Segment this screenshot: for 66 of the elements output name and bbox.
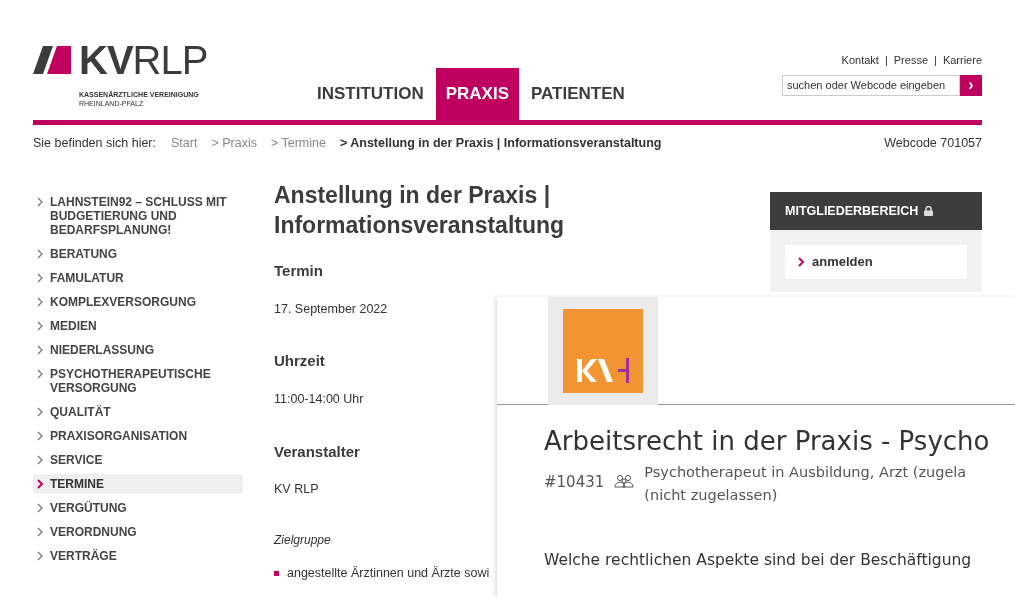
chevron-icon bbox=[798, 257, 805, 267]
section-text: 17. September 2022 bbox=[274, 300, 388, 318]
nav-tab[interactable]: INSTITUTION bbox=[307, 68, 434, 120]
event-description: Welche rechtlichen Aspekte sind bei der Beschäftigung bbox=[544, 550, 973, 571]
chevron-icon bbox=[37, 455, 44, 465]
service-link[interactable]: Karriere bbox=[942, 52, 982, 69]
chevron-icon bbox=[37, 273, 44, 283]
people-icon bbox=[614, 474, 635, 488]
sidebar-item[interactable]: VERORDNUNG bbox=[33, 522, 243, 542]
sidebar-item[interactable]: QUALITÄT bbox=[33, 402, 243, 422]
sidebar-item[interactable]: PRAXISORGANISATION bbox=[33, 426, 243, 446]
section-heading: Veranstalter bbox=[274, 441, 360, 462]
breadcrumb-link[interactable]: > Praxis bbox=[211, 134, 257, 153]
event-audience: Psychotherapeut in Ausbildung, Arzt (zugela (nicht zugelassen) bbox=[644, 463, 967, 505]
sidebar-item[interactable]: FAMULATUR bbox=[33, 268, 243, 288]
sidebar-item[interactable]: MEDIEN bbox=[33, 316, 243, 336]
lock-icon bbox=[924, 206, 934, 216]
sidebar-item[interactable]: NIEDERLASSUNG bbox=[33, 340, 243, 360]
breadcrumb-link[interactable]: > Anstellung in der Praxis | Informationsveranstaltung bbox=[339, 134, 662, 153]
chevron-icon bbox=[37, 249, 44, 259]
chevron-icon bbox=[37, 297, 44, 307]
search-field[interactable]: suchen oder Webcode eingeben bbox=[782, 74, 960, 96]
chevron-icon bbox=[37, 431, 44, 441]
sidebar-item[interactable]: PSYCHOTHERAPEUTISCHE VERSORGUNG bbox=[33, 364, 243, 398]
chevron-icon bbox=[37, 345, 44, 355]
chevron-icon bbox=[37, 503, 44, 513]
sidebar-item[interactable]: VERGÜTUNG bbox=[33, 498, 243, 518]
sidebar-item[interactable]: VERTRÄGE bbox=[33, 546, 243, 566]
logo-icon bbox=[563, 309, 643, 393]
event-number: #10431 bbox=[544, 472, 605, 493]
chevron-icon bbox=[37, 369, 44, 379]
nav-tab[interactable]: PATIENTEN bbox=[521, 68, 635, 120]
sidebar-item[interactable]: KOMPLEXVERSORGUNG bbox=[33, 292, 243, 312]
separator: | bbox=[884, 53, 888, 68]
chevron-icon bbox=[37, 407, 44, 417]
webcode-text: Webcode 701057 bbox=[884, 135, 982, 153]
chevron-icon bbox=[37, 321, 44, 331]
logo-wordmark: KVRLP bbox=[79, 40, 208, 80]
chevron-icon bbox=[37, 551, 44, 561]
sidebar-item[interactable]: TERMINE bbox=[33, 474, 243, 494]
chevron-icon bbox=[37, 197, 44, 207]
chevron-icon bbox=[37, 479, 44, 489]
section-subheading: Zielgruppe bbox=[274, 531, 331, 549]
service-link[interactable]: Presse bbox=[893, 52, 928, 69]
sidebar-item[interactable]: LAHNSTEIN92 – SCHLUSS MIT BUDGETIERUNG UND BEDARFSPLANUNG! bbox=[33, 192, 243, 240]
chevron-icon bbox=[37, 527, 44, 537]
bullet-icon bbox=[274, 570, 279, 576]
event-title: Arbeitsrecht in der Praxis - Psycho bbox=[544, 425, 991, 458]
nav-tab[interactable]: PRAXIS bbox=[435, 68, 519, 120]
breadcrumb-link[interactable]: Start bbox=[171, 134, 198, 153]
separator: | bbox=[934, 53, 937, 68]
service-link[interactable]: Kontakt bbox=[841, 52, 879, 69]
section-text: 11:00-14:00 Uhr bbox=[274, 390, 364, 408]
logo-icon bbox=[33, 46, 71, 74]
section-heading: Termin bbox=[274, 261, 323, 281]
list-item: angestellte Ärztinnen und Ärzte sowi bbox=[287, 564, 490, 582]
sidebar-item[interactable]: BERATUNG bbox=[33, 244, 243, 264]
breadcrumb-link[interactable]: > Termine bbox=[270, 134, 326, 153]
breadcrumb-label: Sie befinden sich hier: bbox=[33, 135, 156, 153]
login-link[interactable]: anmelden bbox=[785, 245, 967, 279]
sidebar-item[interactable]: SERVICE bbox=[33, 450, 243, 470]
section-heading: Uhrzeit bbox=[274, 351, 325, 372]
section-text: KV RLP bbox=[274, 481, 319, 498]
search-button[interactable]: › bbox=[960, 74, 982, 96]
page-title: Anstellung in der Praxis | Informationsveranstaltung bbox=[274, 181, 566, 240]
member-area-title: MITGLIEDERBEREICH bbox=[785, 202, 919, 220]
